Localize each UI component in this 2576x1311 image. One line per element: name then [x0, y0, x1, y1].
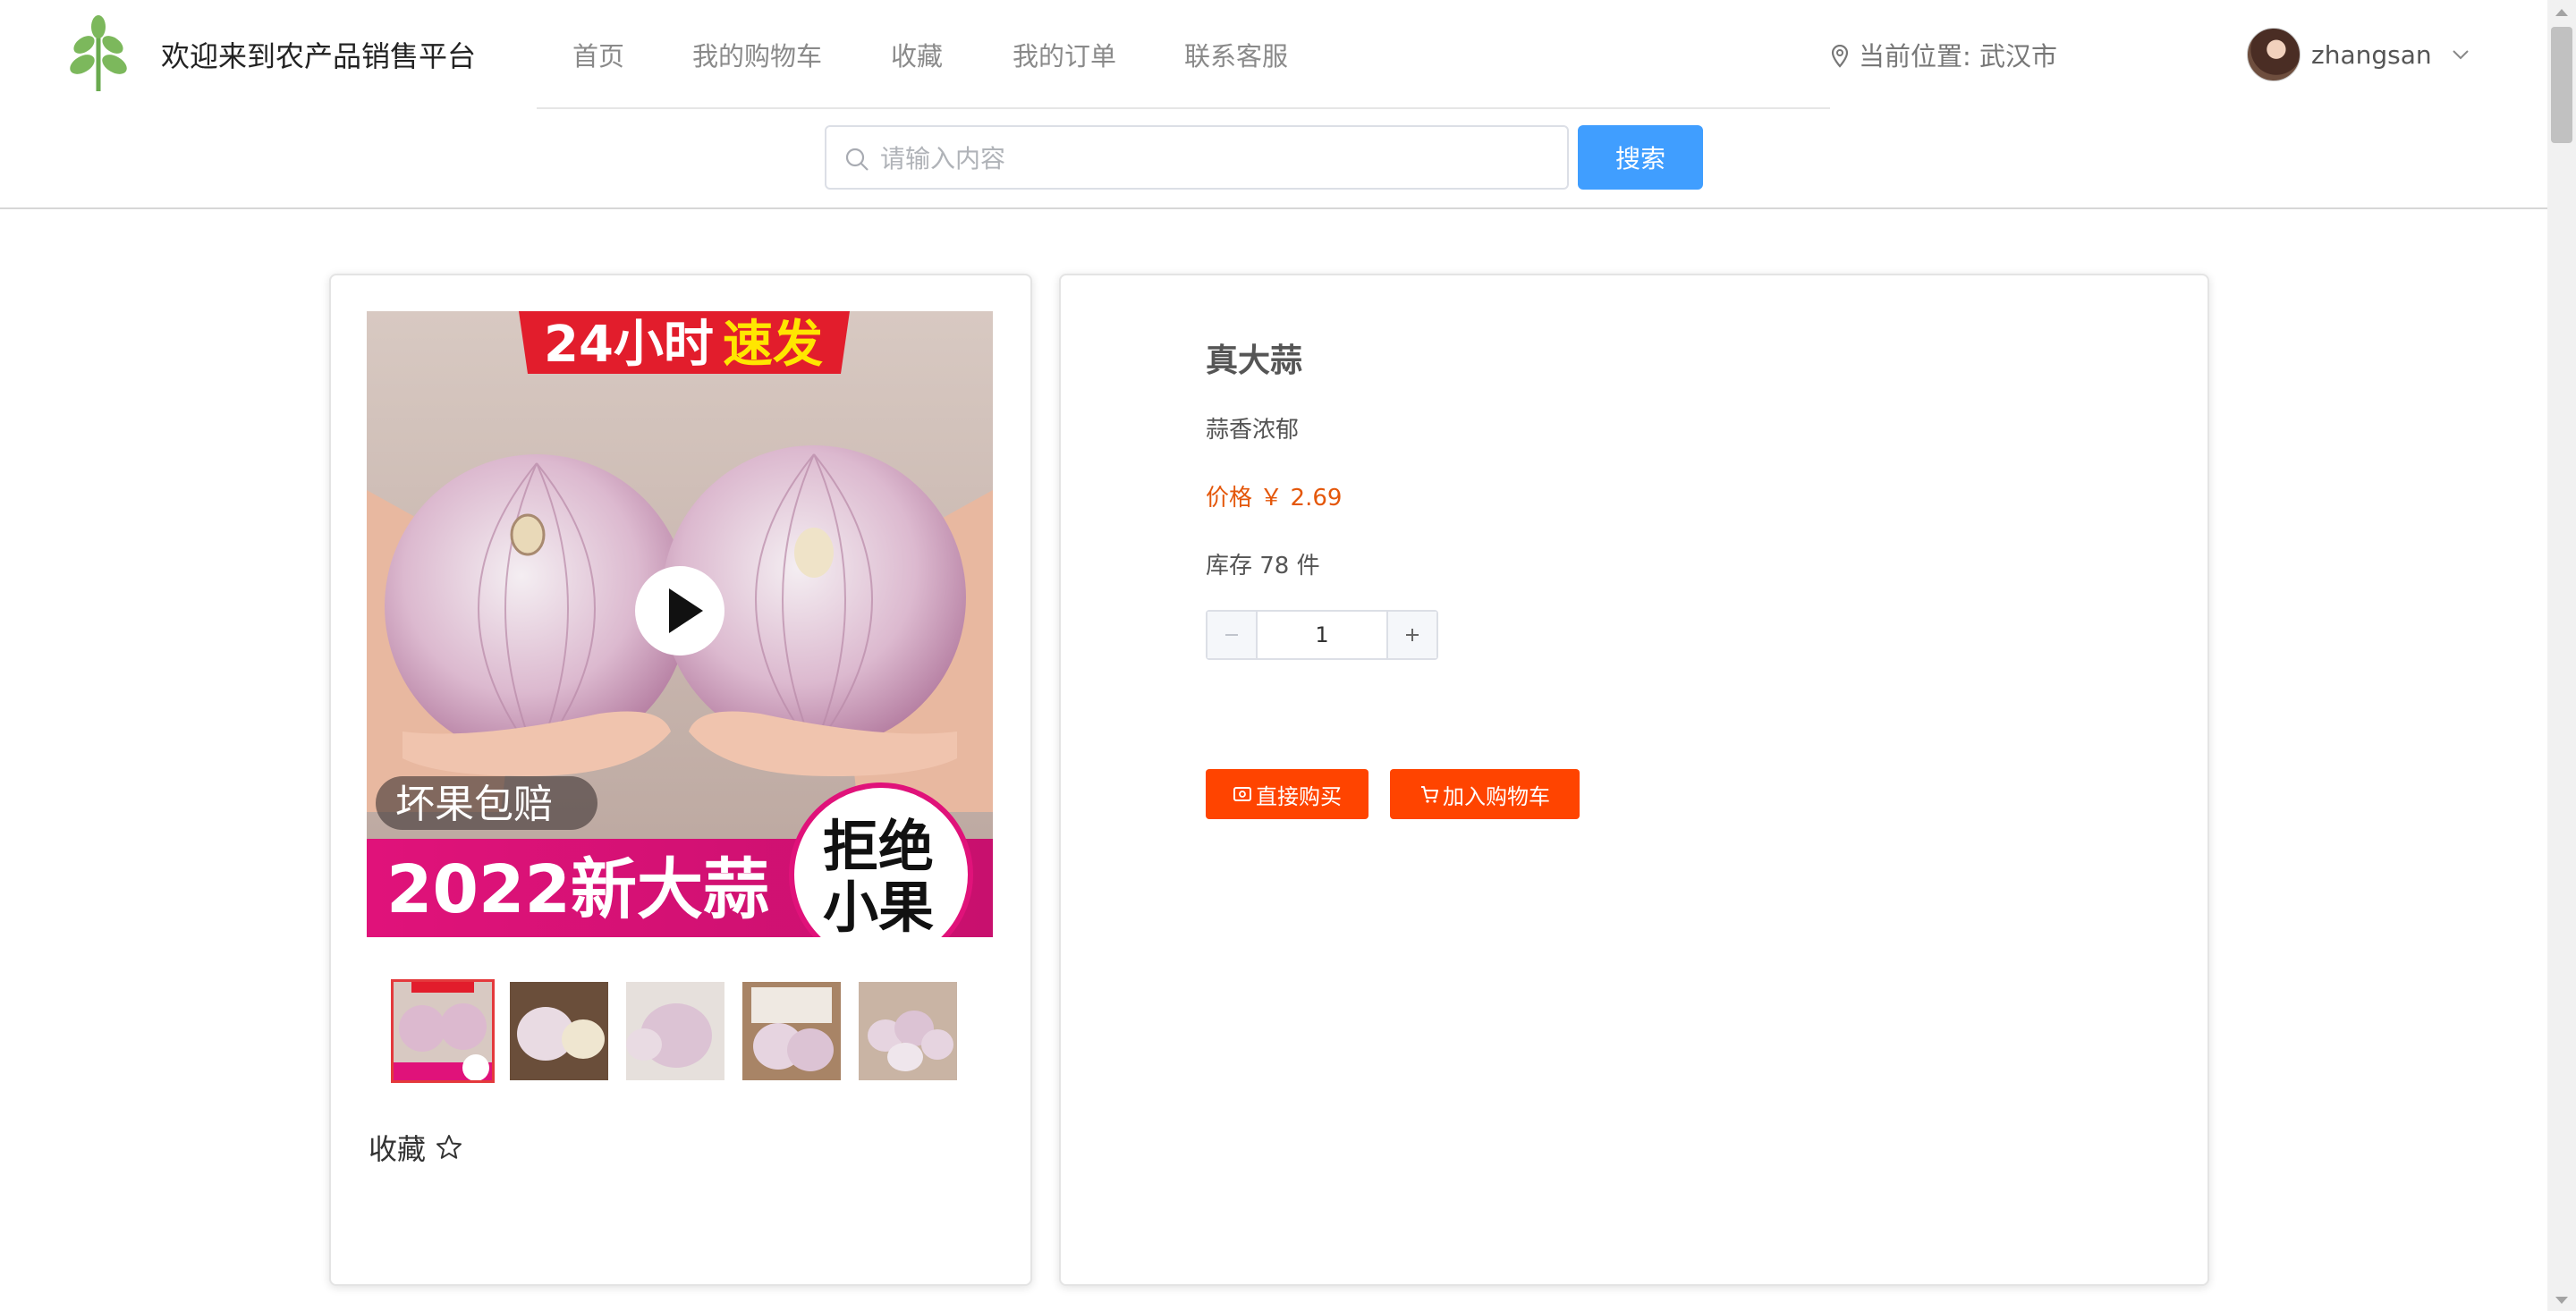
promo-bottom-text: 2022新大蒜: [386, 851, 769, 928]
promo-tag-text: 坏果包赔: [395, 782, 553, 827]
user-menu[interactable]: zhangsan: [2247, 27, 2471, 82]
scrollbar[interactable]: [2547, 0, 2576, 1311]
header: 欢迎来到农产品销售平台 首页 我的购物车 收藏 我的订单 联系客服 当前位置: …: [0, 0, 2547, 209]
add-to-cart-label: 加入购物车: [1443, 783, 1550, 809]
scroll-down-arrow-icon[interactable]: [2555, 1297, 2568, 1304]
quantity-input[interactable]: [1258, 612, 1386, 658]
scroll-up-arrow-icon[interactable]: [2555, 9, 2568, 16]
product-name: 真大蒜: [1206, 343, 1303, 379]
promo-badge-line1: 拒绝: [823, 814, 934, 879]
product-info-card: 真大蒜 蒜香浓郁 价格 ￥ 2.69 库存 78 件 直接购买 加入购物车: [1059, 274, 2209, 1286]
thumbnail[interactable]: [391, 979, 495, 1083]
promo-badge-line2: 小果: [823, 875, 934, 937]
avatar[interactable]: [2247, 28, 2301, 81]
increase-quantity-button[interactable]: [1386, 612, 1436, 658]
nav-favorites[interactable]: 收藏: [891, 36, 943, 73]
location-pin-icon: [1831, 45, 1849, 68]
main-product-image[interactable]: 24小时 速发 坏果包赔 2022新大蒜 拒绝 小果: [367, 311, 993, 937]
plus-icon: [1406, 629, 1419, 641]
nav-cart[interactable]: 我的购物车: [692, 36, 822, 73]
wallet-icon: [1233, 787, 1251, 801]
username: zhangsan: [2311, 39, 2432, 70]
thumbnail[interactable]: [510, 982, 608, 1080]
scroll-thumb[interactable]: [2551, 27, 2572, 143]
promo-top-highlight: 速发: [723, 316, 823, 374]
search-icon: [845, 148, 869, 171]
product-description: 蒜香浓郁: [1206, 417, 1300, 444]
chevron-down-icon[interactable]: [2450, 44, 2471, 65]
favorite-label: 收藏: [369, 1132, 427, 1166]
buy-now-label: 直接购买: [1256, 783, 1342, 809]
favorite-toggle[interactable]: 收藏: [369, 1127, 463, 1168]
star-icon[interactable]: [435, 1133, 463, 1162]
add-to-cart-button[interactable]: 加入购物车: [1390, 769, 1580, 819]
thumbnail[interactable]: [626, 982, 724, 1080]
thumbnail-strip: [391, 979, 957, 1083]
location-text: 当前位置: 武汉市: [1859, 41, 2057, 72]
nav-bar: 首页 我的购物车 收藏 我的订单 联系客服: [537, 0, 1830, 109]
product-stock: 库存 78 件: [1206, 553, 1320, 579]
leaf-logo-icon[interactable]: [66, 14, 131, 93]
search-input[interactable]: [880, 138, 1542, 179]
minus-icon: [1225, 634, 1238, 636]
promo-top-text: 24小时: [544, 316, 714, 374]
thumbnail[interactable]: [742, 982, 841, 1080]
buy-now-button[interactable]: 直接购买: [1206, 769, 1368, 819]
decrease-quantity-button[interactable]: [1208, 612, 1258, 658]
location-display: 当前位置: 武汉市: [1830, 36, 2057, 73]
site-title: 欢迎来到农产品销售平台: [161, 39, 477, 73]
search-button[interactable]: 搜索: [1578, 125, 1703, 190]
cart-icon: [1421, 786, 1438, 803]
nav-support[interactable]: 联系客服: [1184, 36, 1288, 73]
nav-orders[interactable]: 我的订单: [1013, 36, 1116, 73]
garlic-promo-image: 24小时 速发 坏果包赔 2022新大蒜 拒绝 小果: [367, 311, 993, 937]
thumbnail[interactable]: [859, 982, 957, 1080]
product-price: 价格 ￥ 2.69: [1206, 485, 1343, 512]
quantity-stepper: [1206, 610, 1438, 660]
nav-home[interactable]: 首页: [572, 36, 624, 73]
product-gallery-card: 24小时 速发 坏果包赔 2022新大蒜 拒绝 小果 收藏: [329, 274, 1032, 1286]
search-box: [825, 125, 1569, 190]
